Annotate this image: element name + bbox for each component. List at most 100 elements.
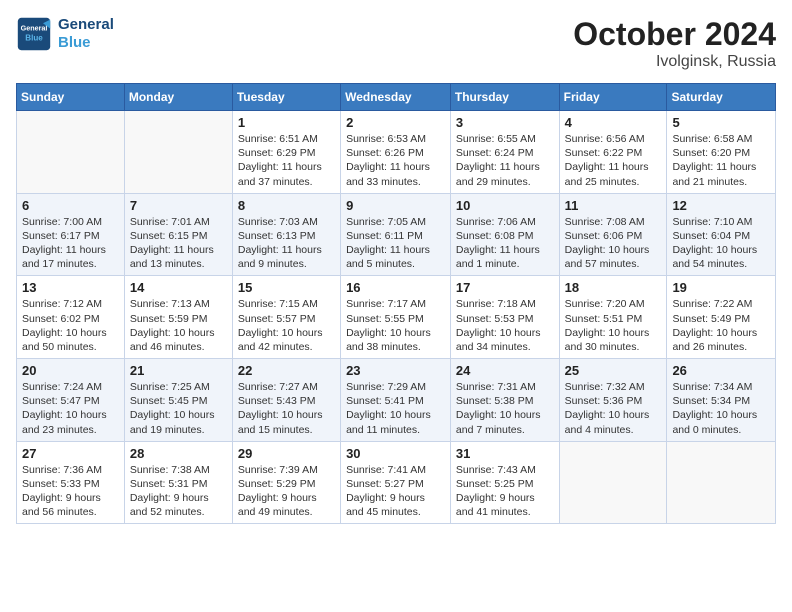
day-info: Sunrise: 6:58 AM Sunset: 6:20 PM Dayligh…: [672, 132, 770, 189]
calendar-cell: [17, 111, 125, 194]
day-info: Sunrise: 7:20 AM Sunset: 5:51 PM Dayligh…: [565, 297, 662, 354]
day-info: Sunrise: 7:05 AM Sunset: 6:11 PM Dayligh…: [346, 215, 445, 272]
logo-text: General Blue: [58, 16, 114, 52]
weekday-header: Friday: [559, 84, 667, 111]
calendar-cell: 28 Sunrise: 7:38 AM Sunset: 5:31 PM Dayli…: [124, 441, 232, 524]
calendar-cell: 16 Sunrise: 7:17 AM Sunset: 5:55 PM Dayli…: [341, 276, 451, 359]
calendar-cell: 13 Sunrise: 7:12 AM Sunset: 6:02 PM Dayli…: [17, 276, 125, 359]
calendar-cell: 18 Sunrise: 7:20 AM Sunset: 5:51 PM Dayli…: [559, 276, 667, 359]
calendar-cell: [559, 441, 667, 524]
calendar-cell: 30 Sunrise: 7:41 AM Sunset: 5:27 PM Dayli…: [341, 441, 451, 524]
day-info: Sunrise: 7:13 AM Sunset: 5:59 PM Dayligh…: [130, 297, 227, 354]
day-number: 22: [238, 363, 335, 378]
weekday-header: Thursday: [450, 84, 559, 111]
day-number: 18: [565, 280, 662, 295]
day-number: 15: [238, 280, 335, 295]
weekday-header: Wednesday: [341, 84, 451, 111]
day-number: 3: [456, 115, 554, 130]
calendar-week-row: 1Sunrise: 6:51 AM Sunset: 6:29 PM Daylig…: [17, 111, 776, 194]
calendar-cell: 10Sunrise: 7:06 AM Sunset: 6:08 PM Dayli…: [450, 193, 559, 276]
weekday-header: Saturday: [667, 84, 776, 111]
day-info: Sunrise: 6:55 AM Sunset: 6:24 PM Dayligh…: [456, 132, 554, 189]
day-number: 28: [130, 446, 227, 461]
day-number: 2: [346, 115, 445, 130]
calendar-cell: 6Sunrise: 7:00 AM Sunset: 6:17 PM Daylig…: [17, 193, 125, 276]
day-info: Sunrise: 7:25 AM Sunset: 5:45 PM Dayligh…: [130, 380, 227, 437]
calendar-week-row: 6Sunrise: 7:00 AM Sunset: 6:17 PM Daylig…: [17, 193, 776, 276]
day-number: 24: [456, 363, 554, 378]
calendar-cell: 29 Sunrise: 7:39 AM Sunset: 5:29 PM Dayli…: [232, 441, 340, 524]
day-info: Sunrise: 7:15 AM Sunset: 5:57 PM Dayligh…: [238, 297, 335, 354]
day-info: Sunrise: 6:53 AM Sunset: 6:26 PM Dayligh…: [346, 132, 445, 189]
day-info: Sunrise: 6:56 AM Sunset: 6:22 PM Dayligh…: [565, 132, 662, 189]
day-number: 4: [565, 115, 662, 130]
calendar-cell: 15 Sunrise: 7:15 AM Sunset: 5:57 PM Dayli…: [232, 276, 340, 359]
day-info: Sunrise: 7:03 AM Sunset: 6:13 PM Dayligh…: [238, 215, 335, 272]
calendar-cell: 3 Sunrise: 6:55 AM Sunset: 6:24 PM Daylig…: [450, 111, 559, 194]
calendar-cell: 4 Sunrise: 6:56 AM Sunset: 6:22 PM Daylig…: [559, 111, 667, 194]
calendar-cell: 22 Sunrise: 7:27 AM Sunset: 5:43 PM Dayli…: [232, 359, 340, 442]
day-number: 9: [346, 198, 445, 213]
day-info: Sunrise: 7:22 AM Sunset: 5:49 PM Dayligh…: [672, 297, 770, 354]
calendar-cell: 31Sunrise: 7:43 AM Sunset: 5:25 PM Dayli…: [450, 441, 559, 524]
day-info: Sunrise: 7:24 AM Sunset: 5:47 PM Dayligh…: [22, 380, 119, 437]
day-info: Sunrise: 7:06 AM Sunset: 6:08 PM Dayligh…: [456, 215, 554, 272]
day-number: 6: [22, 198, 119, 213]
day-number: 16: [346, 280, 445, 295]
calendar-cell: 26Sunrise: 7:34 AM Sunset: 5:34 PM Dayli…: [667, 359, 776, 442]
day-number: 25: [565, 363, 662, 378]
calendar-cell: 24Sunrise: 7:31 AM Sunset: 5:38 PM Dayli…: [450, 359, 559, 442]
day-number: 5: [672, 115, 770, 130]
day-info: Sunrise: 7:27 AM Sunset: 5:43 PM Dayligh…: [238, 380, 335, 437]
day-number: 26: [672, 363, 770, 378]
calendar-cell: [667, 441, 776, 524]
calendar-cell: [124, 111, 232, 194]
day-info: Sunrise: 7:38 AM Sunset: 5:31 PM Dayligh…: [130, 463, 227, 520]
logo-icon: General Blue: [16, 16, 52, 52]
calendar-week-row: 13 Sunrise: 7:12 AM Sunset: 6:02 PM Dayli…: [17, 276, 776, 359]
svg-text:Blue: Blue: [25, 33, 43, 42]
day-info: Sunrise: 7:32 AM Sunset: 5:36 PM Dayligh…: [565, 380, 662, 437]
day-number: 29: [238, 446, 335, 461]
svg-text:General: General: [21, 23, 48, 32]
day-number: 27: [22, 446, 119, 461]
calendar-cell: 7Sunrise: 7:01 AM Sunset: 6:15 PM Daylig…: [124, 193, 232, 276]
day-number: 12: [672, 198, 770, 213]
weekday-header-row: SundayMondayTuesdayWednesdayThursdayFrid…: [17, 84, 776, 111]
calendar-cell: 14 Sunrise: 7:13 AM Sunset: 5:59 PM Dayli…: [124, 276, 232, 359]
weekday-header: Tuesday: [232, 84, 340, 111]
day-info: Sunrise: 7:10 AM Sunset: 6:04 PM Dayligh…: [672, 215, 770, 272]
location: Ivolginsk, Russia: [573, 53, 776, 71]
day-number: 13: [22, 280, 119, 295]
calendar-cell: 21 Sunrise: 7:25 AM Sunset: 5:45 PM Dayli…: [124, 359, 232, 442]
calendar-cell: 5 Sunrise: 6:58 AM Sunset: 6:20 PM Daylig…: [667, 111, 776, 194]
day-number: 20: [22, 363, 119, 378]
day-info: Sunrise: 7:12 AM Sunset: 6:02 PM Dayligh…: [22, 297, 119, 354]
weekday-header: Monday: [124, 84, 232, 111]
day-number: 14: [130, 280, 227, 295]
day-number: 8: [238, 198, 335, 213]
day-number: 23: [346, 363, 445, 378]
day-number: 30: [346, 446, 445, 461]
day-number: 1: [238, 115, 335, 130]
day-number: 21: [130, 363, 227, 378]
calendar-cell: 20 Sunrise: 7:24 AM Sunset: 5:47 PM Dayli…: [17, 359, 125, 442]
day-info: Sunrise: 7:17 AM Sunset: 5:55 PM Dayligh…: [346, 297, 445, 354]
weekday-header: Sunday: [17, 84, 125, 111]
day-number: 19: [672, 280, 770, 295]
calendar-week-row: 27 Sunrise: 7:36 AM Sunset: 5:33 PM Dayli…: [17, 441, 776, 524]
calendar-cell: 11Sunrise: 7:08 AM Sunset: 6:06 PM Dayli…: [559, 193, 667, 276]
calendar-cell: 25 Sunrise: 7:32 AM Sunset: 5:36 PM Dayli…: [559, 359, 667, 442]
calendar-cell: 12 Sunrise: 7:10 AM Sunset: 6:04 PM Dayli…: [667, 193, 776, 276]
day-info: Sunrise: 7:41 AM Sunset: 5:27 PM Dayligh…: [346, 463, 445, 520]
calendar-cell: 27 Sunrise: 7:36 AM Sunset: 5:33 PM Dayli…: [17, 441, 125, 524]
calendar-cell: 17Sunrise: 7:18 AM Sunset: 5:53 PM Dayli…: [450, 276, 559, 359]
day-info: Sunrise: 7:39 AM Sunset: 5:29 PM Dayligh…: [238, 463, 335, 520]
calendar-cell: 19 Sunrise: 7:22 AM Sunset: 5:49 PM Dayli…: [667, 276, 776, 359]
calendar-cell: 2 Sunrise: 6:53 AM Sunset: 6:26 PM Daylig…: [341, 111, 451, 194]
calendar-week-row: 20 Sunrise: 7:24 AM Sunset: 5:47 PM Dayli…: [17, 359, 776, 442]
day-number: 11: [565, 198, 662, 213]
day-info: Sunrise: 7:36 AM Sunset: 5:33 PM Dayligh…: [22, 463, 119, 520]
logo: General Blue General Blue: [16, 16, 114, 52]
calendar-cell: 23Sunrise: 7:29 AM Sunset: 5:41 PM Dayli…: [341, 359, 451, 442]
